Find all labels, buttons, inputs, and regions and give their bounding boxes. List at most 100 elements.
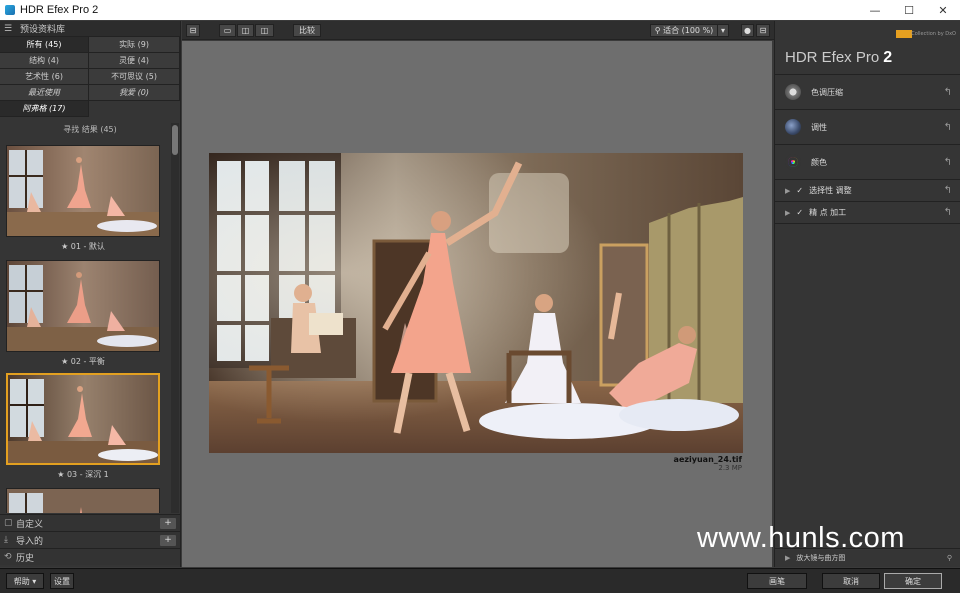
- category-structure[interactable]: 结构 (4): [0, 53, 89, 69]
- category-afg[interactable]: 阿弗格 (17): [0, 101, 89, 117]
- imported-section[interactable]: ⤓ 导入的 +: [0, 531, 180, 548]
- side-by-side-button[interactable]: ◫: [255, 24, 274, 37]
- custom-label: 自定义: [16, 519, 44, 530]
- category-favorites[interactable]: 我爱 (0): [89, 85, 180, 101]
- selective-adjust-section[interactable]: ▶ ✓ 选择性 调整 ↰: [775, 180, 960, 202]
- preset-thumb[interactable]: ★ 01 - 默认: [6, 145, 160, 252]
- magnifier-icon: ⚲: [654, 26, 664, 35]
- imported-label: 导入的: [16, 536, 44, 547]
- custom-section[interactable]: ▢ 自定义 +: [0, 514, 180, 531]
- tonality-section[interactable]: 调性 ↰: [775, 110, 960, 145]
- chevron-down-icon: ▾: [32, 576, 37, 586]
- scrollbar-thumb[interactable]: [172, 125, 178, 155]
- help-button[interactable]: 帮助 ▾: [6, 573, 44, 589]
- preset-caption: ★ 03 - 深沉 1: [57, 470, 109, 479]
- preset-thumb-image: [6, 145, 160, 237]
- history-label: 历史: [16, 553, 35, 564]
- menu-icon: ☰: [4, 23, 13, 34]
- undo-icon[interactable]: ↰: [944, 157, 952, 168]
- history-section[interactable]: ⟲ 历史: [0, 548, 180, 565]
- section-label: 选择性 调整: [809, 186, 852, 195]
- split-view-button[interactable]: ◫: [237, 24, 254, 37]
- minimize-button[interactable]: —: [858, 0, 892, 20]
- app-version: 2: [883, 48, 893, 66]
- expand-arrow-icon[interactable]: ▶: [785, 209, 790, 217]
- zoom-value: 适合 (100 %): [663, 26, 714, 35]
- color-section[interactable]: 颜色 ↰: [775, 145, 960, 180]
- add-imported-button[interactable]: +: [160, 534, 176, 546]
- checkmark-icon[interactable]: ✓: [796, 208, 803, 217]
- preset-thumb[interactable]: ★ 02 - 平衡: [6, 260, 160, 367]
- section-label: 颜色: [811, 157, 827, 167]
- pin-icon[interactable]: ⚲: [947, 554, 952, 562]
- preset-caption: ★ 01 - 默认: [61, 242, 105, 251]
- section-label: 色调压缩: [811, 87, 843, 97]
- preset-categories: 所有 (45) 实际 (9) 结构 (4) 灵便 (4) 艺术性 (6) 不可思…: [0, 37, 180, 117]
- settings-button[interactable]: 设置: [50, 573, 74, 589]
- toggle-right-panel-button[interactable]: ⊟: [756, 24, 770, 37]
- zoom-dropdown-button[interactable]: ▾: [717, 24, 729, 37]
- view-toolbar: ⊟ ▭ ◫ ◫ 比较 ⚲ 适合 (100 %) ▾ ● ⊟: [182, 21, 774, 40]
- undo-icon[interactable]: ↰: [944, 122, 952, 133]
- thumbnail-scrollbar[interactable]: [171, 123, 179, 513]
- finishing-section[interactable]: ▶ ✓ 精 点 加工 ↰: [775, 202, 960, 224]
- app-title: HDR Efex Pro 2: [775, 41, 960, 75]
- file-name: aeziyuan_24.tif: [673, 455, 742, 464]
- app-name: HDR Efex Pro: [785, 49, 880, 66]
- preset-library-label: 预设资料库: [20, 25, 66, 35]
- app-icon: [5, 5, 15, 15]
- zoom-select[interactable]: ⚲ 适合 (100 %): [650, 24, 718, 37]
- single-view-button[interactable]: ▭: [219, 24, 236, 37]
- help-label: 帮助: [13, 576, 30, 586]
- left-bottom-sections: ▢ 自定义 + ⤓ 导入的 + ⟲ 历史: [0, 514, 180, 565]
- undo-icon[interactable]: ↰: [944, 207, 952, 218]
- category-realistic[interactable]: 实际 (9): [89, 37, 180, 53]
- close-button[interactable]: ✕: [926, 0, 960, 20]
- preview-image: [209, 153, 743, 453]
- section-label: 精 点 加工: [809, 208, 847, 217]
- toggle-left-panel-button[interactable]: ⊟: [186, 24, 200, 37]
- background-toggle-button[interactable]: ●: [741, 24, 754, 37]
- file-size: 2.3 MP: [718, 464, 742, 472]
- brand-text: Collection by DxO: [911, 31, 956, 37]
- preset-library-header[interactable]: ☰ 预设资料库: [0, 21, 180, 37]
- nik-logo: [896, 30, 912, 38]
- ok-button[interactable]: 确定: [884, 573, 942, 589]
- preset-thumb[interactable]: [6, 488, 160, 513]
- expand-arrow-icon[interactable]: ▶: [785, 187, 790, 195]
- history-icon: ⟲: [4, 552, 12, 562]
- add-custom-button[interactable]: +: [160, 517, 176, 529]
- category-flexible[interactable]: 灵便 (4): [89, 53, 180, 69]
- brush-button[interactable]: 画笔: [747, 573, 807, 589]
- brand-strip: Collection by DxO: [775, 21, 960, 41]
- checkmark-icon[interactable]: ✓: [796, 186, 803, 195]
- window-controls: — ☐ ✕: [858, 0, 960, 20]
- bottom-bar: 帮助 ▾ 设置 画笔 取消 确定: [0, 568, 960, 593]
- compare-button[interactable]: 比较: [293, 24, 321, 37]
- preset-caption: ★ 02 - 平衡: [61, 357, 105, 366]
- image-canvas[interactable]: aeziyuan_24.tif 2.3 MP: [182, 41, 772, 567]
- window-title: HDR Efex Pro 2: [20, 4, 99, 16]
- category-all[interactable]: 所有 (45): [0, 37, 89, 53]
- watermark-text: www.hunls.com: [697, 522, 905, 554]
- preset-thumb-image: [6, 488, 160, 513]
- category-surreal[interactable]: 不可思议 (5): [89, 69, 180, 85]
- maximize-button[interactable]: ☐: [892, 0, 926, 20]
- preset-thumb-selected[interactable]: ★ 03 - 深沉 1: [6, 373, 160, 480]
- undo-icon[interactable]: ↰: [944, 185, 952, 196]
- category-artistic[interactable]: 艺术性 (6): [0, 69, 89, 85]
- preset-thumb-image: [6, 373, 160, 465]
- cancel-button[interactable]: 取消: [822, 573, 880, 589]
- custom-icon: ▢: [4, 518, 13, 528]
- category-recent[interactable]: 最近使用: [0, 85, 89, 101]
- tone-compression-section[interactable]: 色调压缩 ↰: [775, 75, 960, 110]
- color-wheel-icon: [785, 154, 801, 170]
- import-icon: ⤓: [4, 535, 8, 545]
- section-label: 调性: [811, 122, 827, 132]
- undo-icon[interactable]: ↰: [944, 87, 952, 98]
- title-bar: HDR Efex Pro 2 — ☐ ✕: [0, 0, 960, 20]
- sun-icon: [785, 84, 801, 100]
- tonality-icon: [785, 119, 801, 135]
- left-panel: ☰ 预设资料库 所有 (45) 实际 (9) 结构 (4) 灵便 (4) 艺术性…: [0, 21, 181, 567]
- preset-thumbnails: ★ 01 - 默认 ★ 02 - 平衡 ★ 03 - 深沉 1: [0, 123, 170, 513]
